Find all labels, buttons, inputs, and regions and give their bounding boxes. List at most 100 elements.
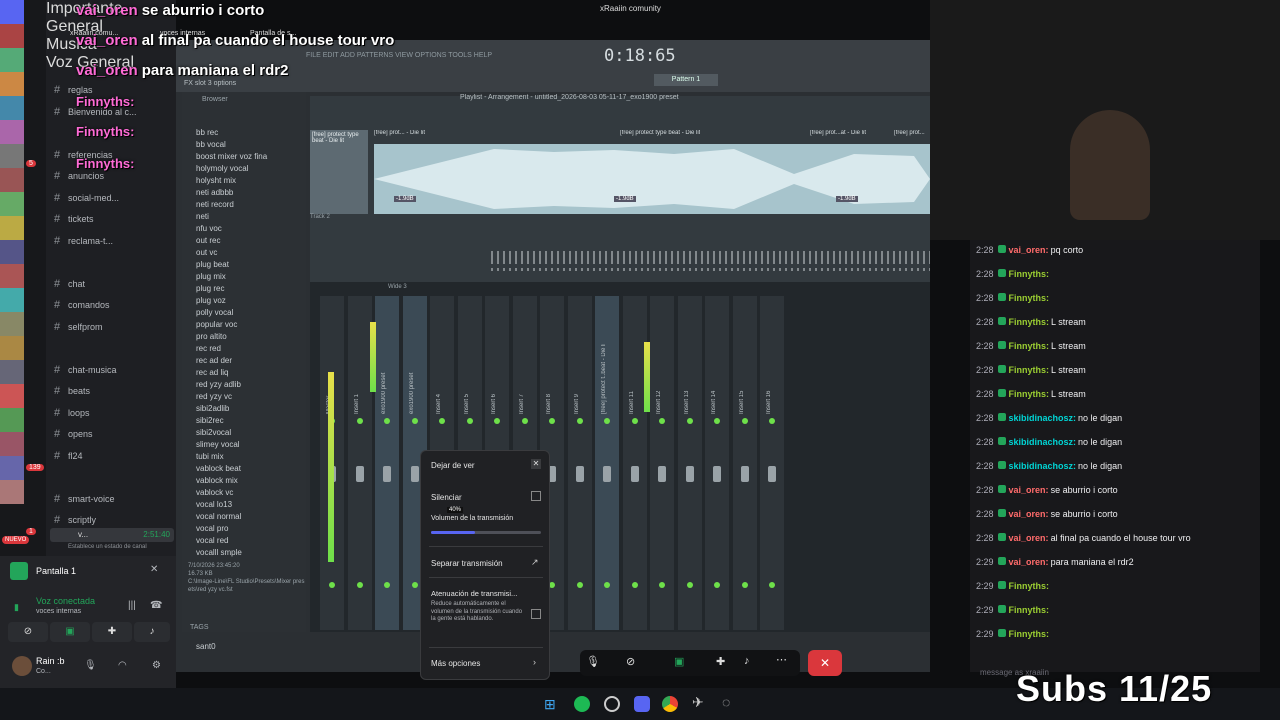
stop-watching-label[interactable]: Dejar de ver [431,461,475,470]
headphones-icon[interactable]: ◠ [118,660,127,671]
attenuation-checkbox[interactable] [531,609,541,619]
channel-chat-musica[interactable]: # chat-musica [54,360,176,380]
chat-user[interactable]: skibidinachosz: [1009,461,1077,471]
disconnect-icon[interactable]: ☎ [150,600,162,611]
active-voice-channel[interactable]: v... 2:51:40 [50,528,174,542]
soundboard-icon[interactable]: ||| [128,600,136,611]
mic-icon[interactable]: 🎙 [84,660,97,671]
browser-item[interactable]: holymoly vocal [196,164,248,173]
mixer-knob[interactable] [576,418,583,424]
server-icon[interactable] [0,48,24,72]
channel-chat[interactable]: # chat [54,274,176,294]
mixer-send[interactable] [659,582,665,588]
mixer-fader[interactable] [630,466,639,482]
server-icon[interactable] [0,24,24,48]
channel-opens[interactable]: # opens [54,424,176,444]
avatar[interactable] [12,656,32,676]
fl-menu[interactable]: FILE EDIT ADD PATTERNS VIEW OPTIONS TOOL… [306,52,492,59]
soundboard-icon[interactable]: ♪ [744,655,750,667]
server-icon[interactable] [0,168,24,192]
browser-item[interactable]: holysht mix [196,176,236,185]
browser-item[interactable]: popular voc [196,320,237,329]
steam-icon[interactable]: ✈ [692,694,704,711]
app-icon[interactable]: ◌ [722,694,730,710]
mixer-fader[interactable] [603,466,611,482]
browser-item[interactable]: rec ad der [196,356,232,365]
chat-user[interactable]: skibidinachosz: [1009,413,1077,423]
mixer-send[interactable] [329,582,335,588]
browser-item[interactable]: neti record [196,200,234,209]
server-icon[interactable] [0,240,24,264]
server-icon[interactable] [0,144,24,168]
mixer-knob[interactable] [356,418,363,424]
camera-off-button[interactable]: ⊘ [8,622,48,642]
browser-item[interactable]: vablock vc [196,488,233,497]
browser-item[interactable]: sibi2vocal [196,428,231,437]
server-icon[interactable] [0,480,24,504]
mixer-strip[interactable] [595,296,619,630]
mixer-knob[interactable] [631,418,638,424]
mixer-knob[interactable] [411,418,418,424]
browser-item[interactable]: vocal lo13 [196,500,232,509]
browser-item[interactable]: rec red [196,344,221,353]
browser-item[interactable]: red yzy adlib [196,380,241,389]
browser-item[interactable]: vocal red [196,536,228,545]
chat-user[interactable]: vai_oren: [1009,533,1049,543]
browser-item[interactable]: tubi mix [196,452,224,461]
server-icon[interactable] [0,336,24,360]
disconnect-button[interactable]: ✕ [808,650,842,676]
camera-off-icon[interactable]: ⊘ [626,655,635,668]
server-icon[interactable] [0,0,24,24]
pattern-selector[interactable]: Pattern 1 [654,74,718,86]
mixer-fader[interactable] [713,466,721,482]
channel-selfprom[interactable]: # selfprom [54,317,176,337]
mixer-fader[interactable] [768,466,776,482]
mixer-knob[interactable] [741,418,748,424]
mixer-fader[interactable] [355,466,364,482]
chat-user[interactable]: vai_oren: [1009,485,1049,495]
browser-item[interactable]: rec ad liq [196,368,228,377]
server-icon[interactable] [0,360,24,384]
browser-item[interactable]: neti [196,212,209,221]
activities-icon[interactable]: ✚ [716,655,725,668]
channel-smart-voice[interactable]: # smart-voice [54,489,176,509]
server-icon[interactable] [0,384,24,408]
mixer-fader[interactable] [740,466,749,482]
chat-user[interactable]: Finnyths: [1009,629,1050,639]
mixer-send[interactable] [384,582,390,588]
channel-loops[interactable]: # loops [54,403,176,423]
mixer-knob[interactable] [521,418,528,424]
browser-item[interactable]: plug voz [196,296,226,305]
activities-button[interactable]: ✚ [92,622,132,642]
chat-user[interactable]: Finnyths: [1009,341,1050,351]
volume-slider[interactable] [431,531,541,534]
mixer-send[interactable] [604,582,610,588]
discord-icon[interactable] [634,696,650,712]
mixer-send[interactable] [741,582,748,588]
mixer-send[interactable] [714,582,720,588]
browser-item[interactable]: polly vocal [196,308,233,317]
server-icon[interactable] [0,408,24,432]
server-icon[interactable] [0,456,24,480]
server-icon[interactable] [0,312,24,336]
mixer-fader[interactable] [658,466,666,482]
mixer-send[interactable] [686,582,693,588]
server-icon[interactable] [0,96,24,120]
server-icon[interactable] [0,288,24,312]
discord-tab[interactable]: Pantalla de s... [250,30,296,37]
browser-item[interactable]: vablock mix [196,476,238,485]
spotify-icon[interactable] [574,696,590,712]
discord-tab[interactable]: voces internas [160,30,205,37]
browser-item[interactable]: red yzy vc [196,392,232,401]
chat-user[interactable]: Finnyths: [1009,365,1050,375]
mixer-knob[interactable] [604,418,610,424]
mixer-strip[interactable] [650,296,674,630]
more-icon[interactable]: ⋯ [776,653,787,666]
chrome-icon[interactable] [662,696,678,712]
mixer-strip[interactable] [760,296,784,630]
mixer-knob[interactable] [659,418,665,424]
more-options-label[interactable]: Más opciones [431,659,480,668]
server-icon[interactable] [0,432,24,456]
browser-item[interactable]: boost mixer voz fina [196,152,267,161]
browser-item[interactable]: nfu voc [196,224,222,233]
